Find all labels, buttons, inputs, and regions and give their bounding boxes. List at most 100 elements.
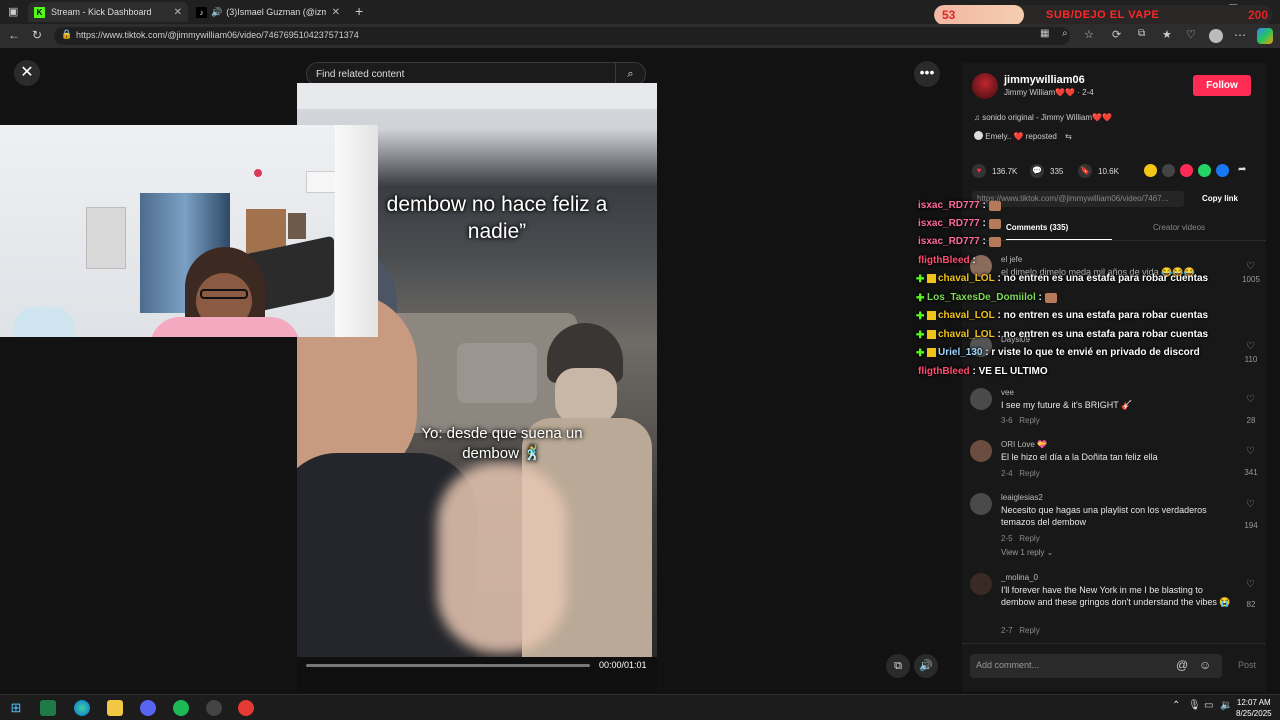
chevron-up-icon[interactable]: ⌃ — [1172, 700, 1180, 711]
spotify-icon[interactable] — [173, 700, 189, 716]
close-video-button[interactable]: ✕ — [14, 60, 40, 86]
follow-button[interactable]: Follow — [1193, 75, 1251, 96]
save-stat[interactable]: 🔖 10.6K — [1078, 164, 1119, 178]
chat-text: no entren es una estafa para robar cuent… — [1003, 310, 1209, 321]
app-icon[interactable]: ▦ — [1040, 28, 1049, 39]
commenter-name[interactable]: el jefe — [1001, 255, 1022, 264]
emoji-icon[interactable]: ☺ — [1199, 658, 1211, 672]
passenger-face — [555, 368, 617, 423]
menu-dots-icon[interactable]: ⋯ — [1234, 28, 1246, 42]
view-replies-link[interactable]: View 1 reply ⌄ — [1001, 548, 1053, 557]
comment-count: 335 — [1050, 166, 1064, 176]
more-options-button[interactable]: ••• — [914, 61, 940, 87]
close-icon[interactable]: ✕ — [332, 7, 340, 18]
url-field[interactable]: 🔒 https://www.tiktok.com/@jimmywilliam06… — [54, 27, 1070, 45]
comment-item: leaiglesias2 Necesito que hagas una play… — [970, 493, 1260, 561]
tab-creator-videos[interactable]: Creator videos — [1153, 223, 1205, 232]
like-stat[interactable]: ♥ 136.7K — [972, 164, 1017, 178]
tab-comments[interactable]: Comments (335) — [1006, 223, 1068, 232]
tab-kick-dashboard[interactable]: K Stream - Kick Dashboard ✕ — [28, 2, 188, 22]
author-username[interactable]: jimmywilliam06 — [1004, 74, 1085, 86]
commenter-name[interactable]: leaiglesias2 — [1001, 493, 1043, 502]
chat-username: Los_TaxesDe_Domiilol — [927, 292, 1036, 303]
copilot-icon[interactable] — [1257, 28, 1273, 44]
heart-icon[interactable]: ♡ — [1246, 446, 1255, 457]
back-icon[interactable]: ← — [8, 28, 20, 42]
repost-icon[interactable]: ⇆ — [1065, 132, 1072, 141]
commenter-avatar[interactable] — [970, 388, 992, 410]
speaker-icon[interactable]: 🔉 — [1220, 700, 1232, 711]
chat-username: chaval_LOL — [938, 310, 995, 321]
commenter-name[interactable]: ORI Love 💝 — [1001, 440, 1047, 449]
discord-icon[interactable] — [140, 700, 156, 716]
send-icon[interactable] — [1180, 164, 1193, 177]
comment-text: Necesito que hagas una playlist con los … — [1001, 505, 1207, 527]
share-arrow-icon[interactable]: ➦ — [1238, 164, 1246, 175]
microphone-icon[interactable]: 🎙 — [1188, 700, 1201, 711]
add-comment-placeholder: Add comment... — [976, 660, 1040, 670]
reply-link[interactable]: Reply — [1019, 626, 1039, 635]
embed-icon[interactable] — [1162, 164, 1175, 177]
picture-in-picture-button[interactable]: ⧉ — [886, 654, 910, 678]
facebook-icon[interactable] — [1216, 164, 1229, 177]
chat-badge-icon — [927, 330, 936, 339]
reply-link[interactable]: Reply — [1019, 416, 1039, 425]
heart-icon[interactable]: ♡ — [1246, 499, 1255, 510]
volume-button[interactable]: 🔊 — [914, 654, 938, 678]
reply-link[interactable]: Reply — [1019, 469, 1039, 478]
search-icon[interactable]: ⌕ — [615, 63, 645, 85]
clock-date: 8/25/2025 — [1236, 709, 1272, 718]
commenter-avatar[interactable] — [970, 573, 992, 595]
heart-icon[interactable]: ♡ — [1246, 341, 1255, 352]
favorite-star-icon[interactable]: ☆ — [1084, 28, 1094, 41]
battery-icon[interactable]: ▭ — [1204, 700, 1213, 711]
commenter-name[interactable]: vee — [1001, 388, 1014, 397]
reply-link[interactable]: Reply — [1019, 534, 1039, 543]
tab-actions-icon[interactable]: ▣ — [8, 5, 18, 18]
whatsapp-icon[interactable] — [1198, 164, 1211, 177]
comment-stat[interactable]: 💬 335 — [1030, 164, 1063, 178]
chat-username: isxac_RD777 — [918, 200, 980, 211]
video-progress-bar[interactable] — [306, 664, 590, 667]
refresh-extension-icon[interactable]: ⟳ — [1112, 28, 1121, 41]
zoom-icon[interactable]: ⌕ — [1062, 28, 1068, 39]
edge-icon[interactable] — [74, 700, 90, 716]
file-explorer-icon[interactable] — [107, 700, 123, 716]
speaker-icon: 🔊 — [919, 660, 933, 672]
comment-like-count: 28 — [1246, 416, 1256, 425]
speaker-icon[interactable]: 🔊 — [211, 7, 222, 18]
sound-link[interactable]: ♫ sonido original - Jimmy William❤️❤️ — [974, 113, 1112, 122]
obs-icon[interactable] — [238, 700, 254, 716]
add-comment-input[interactable]: Add comment... @ ☺ — [970, 654, 1222, 678]
heart-icon[interactable]: ♡ — [1246, 579, 1255, 590]
tab-divider — [962, 240, 1266, 241]
commenter-name[interactable]: _molina_0 — [1001, 573, 1038, 582]
heart-icon[interactable]: ♡ — [1246, 394, 1255, 405]
copy-link-button[interactable]: Copy link — [1202, 194, 1238, 203]
new-tab-icon[interactable]: + — [355, 3, 363, 19]
close-icon[interactable]: ✕ — [174, 7, 182, 18]
favorites-icon[interactable]: ★ — [1162, 28, 1172, 41]
commenter-avatar[interactable] — [970, 493, 992, 515]
chat-message: fligthBleed : — [918, 255, 976, 266]
tab-tiktok[interactable]: ♪ 🔊 (3)Ismael Guzman (@izmael ✕ — [190, 2, 346, 22]
reload-icon[interactable]: ↻ — [32, 28, 42, 42]
windows-start-icon[interactable]: ⊞ — [8, 700, 24, 716]
lock-icon[interactable]: 🔒 — [61, 29, 72, 40]
coin-share-icon[interactable] — [1144, 164, 1157, 177]
terminal-icon[interactable] — [40, 700, 56, 716]
taskbar-clock[interactable]: 12:07 AM 8/25/2025 — [1236, 697, 1272, 719]
comment-input-divider — [962, 643, 1266, 644]
comment-like-count: 82 — [1246, 600, 1256, 609]
tab-title: Stream - Kick Dashboard — [51, 7, 152, 17]
heart-icon[interactable]: ♡ — [1246, 261, 1255, 272]
extensions-icon[interactable]: ⧉ — [1138, 28, 1145, 39]
app-icon[interactable] — [206, 700, 222, 716]
browser-essentials-icon[interactable]: ♡ — [1186, 28, 1196, 41]
commenter-avatar[interactable] — [970, 440, 992, 462]
mention-icon[interactable]: @ — [1176, 658, 1188, 672]
chat-message: ✚ chaval_LOL : no entren es una estafa pa… — [916, 310, 1209, 322]
post-comment-button[interactable]: Post — [1238, 660, 1256, 670]
author-avatar[interactable] — [972, 73, 998, 99]
profile-avatar[interactable] — [1209, 29, 1223, 43]
